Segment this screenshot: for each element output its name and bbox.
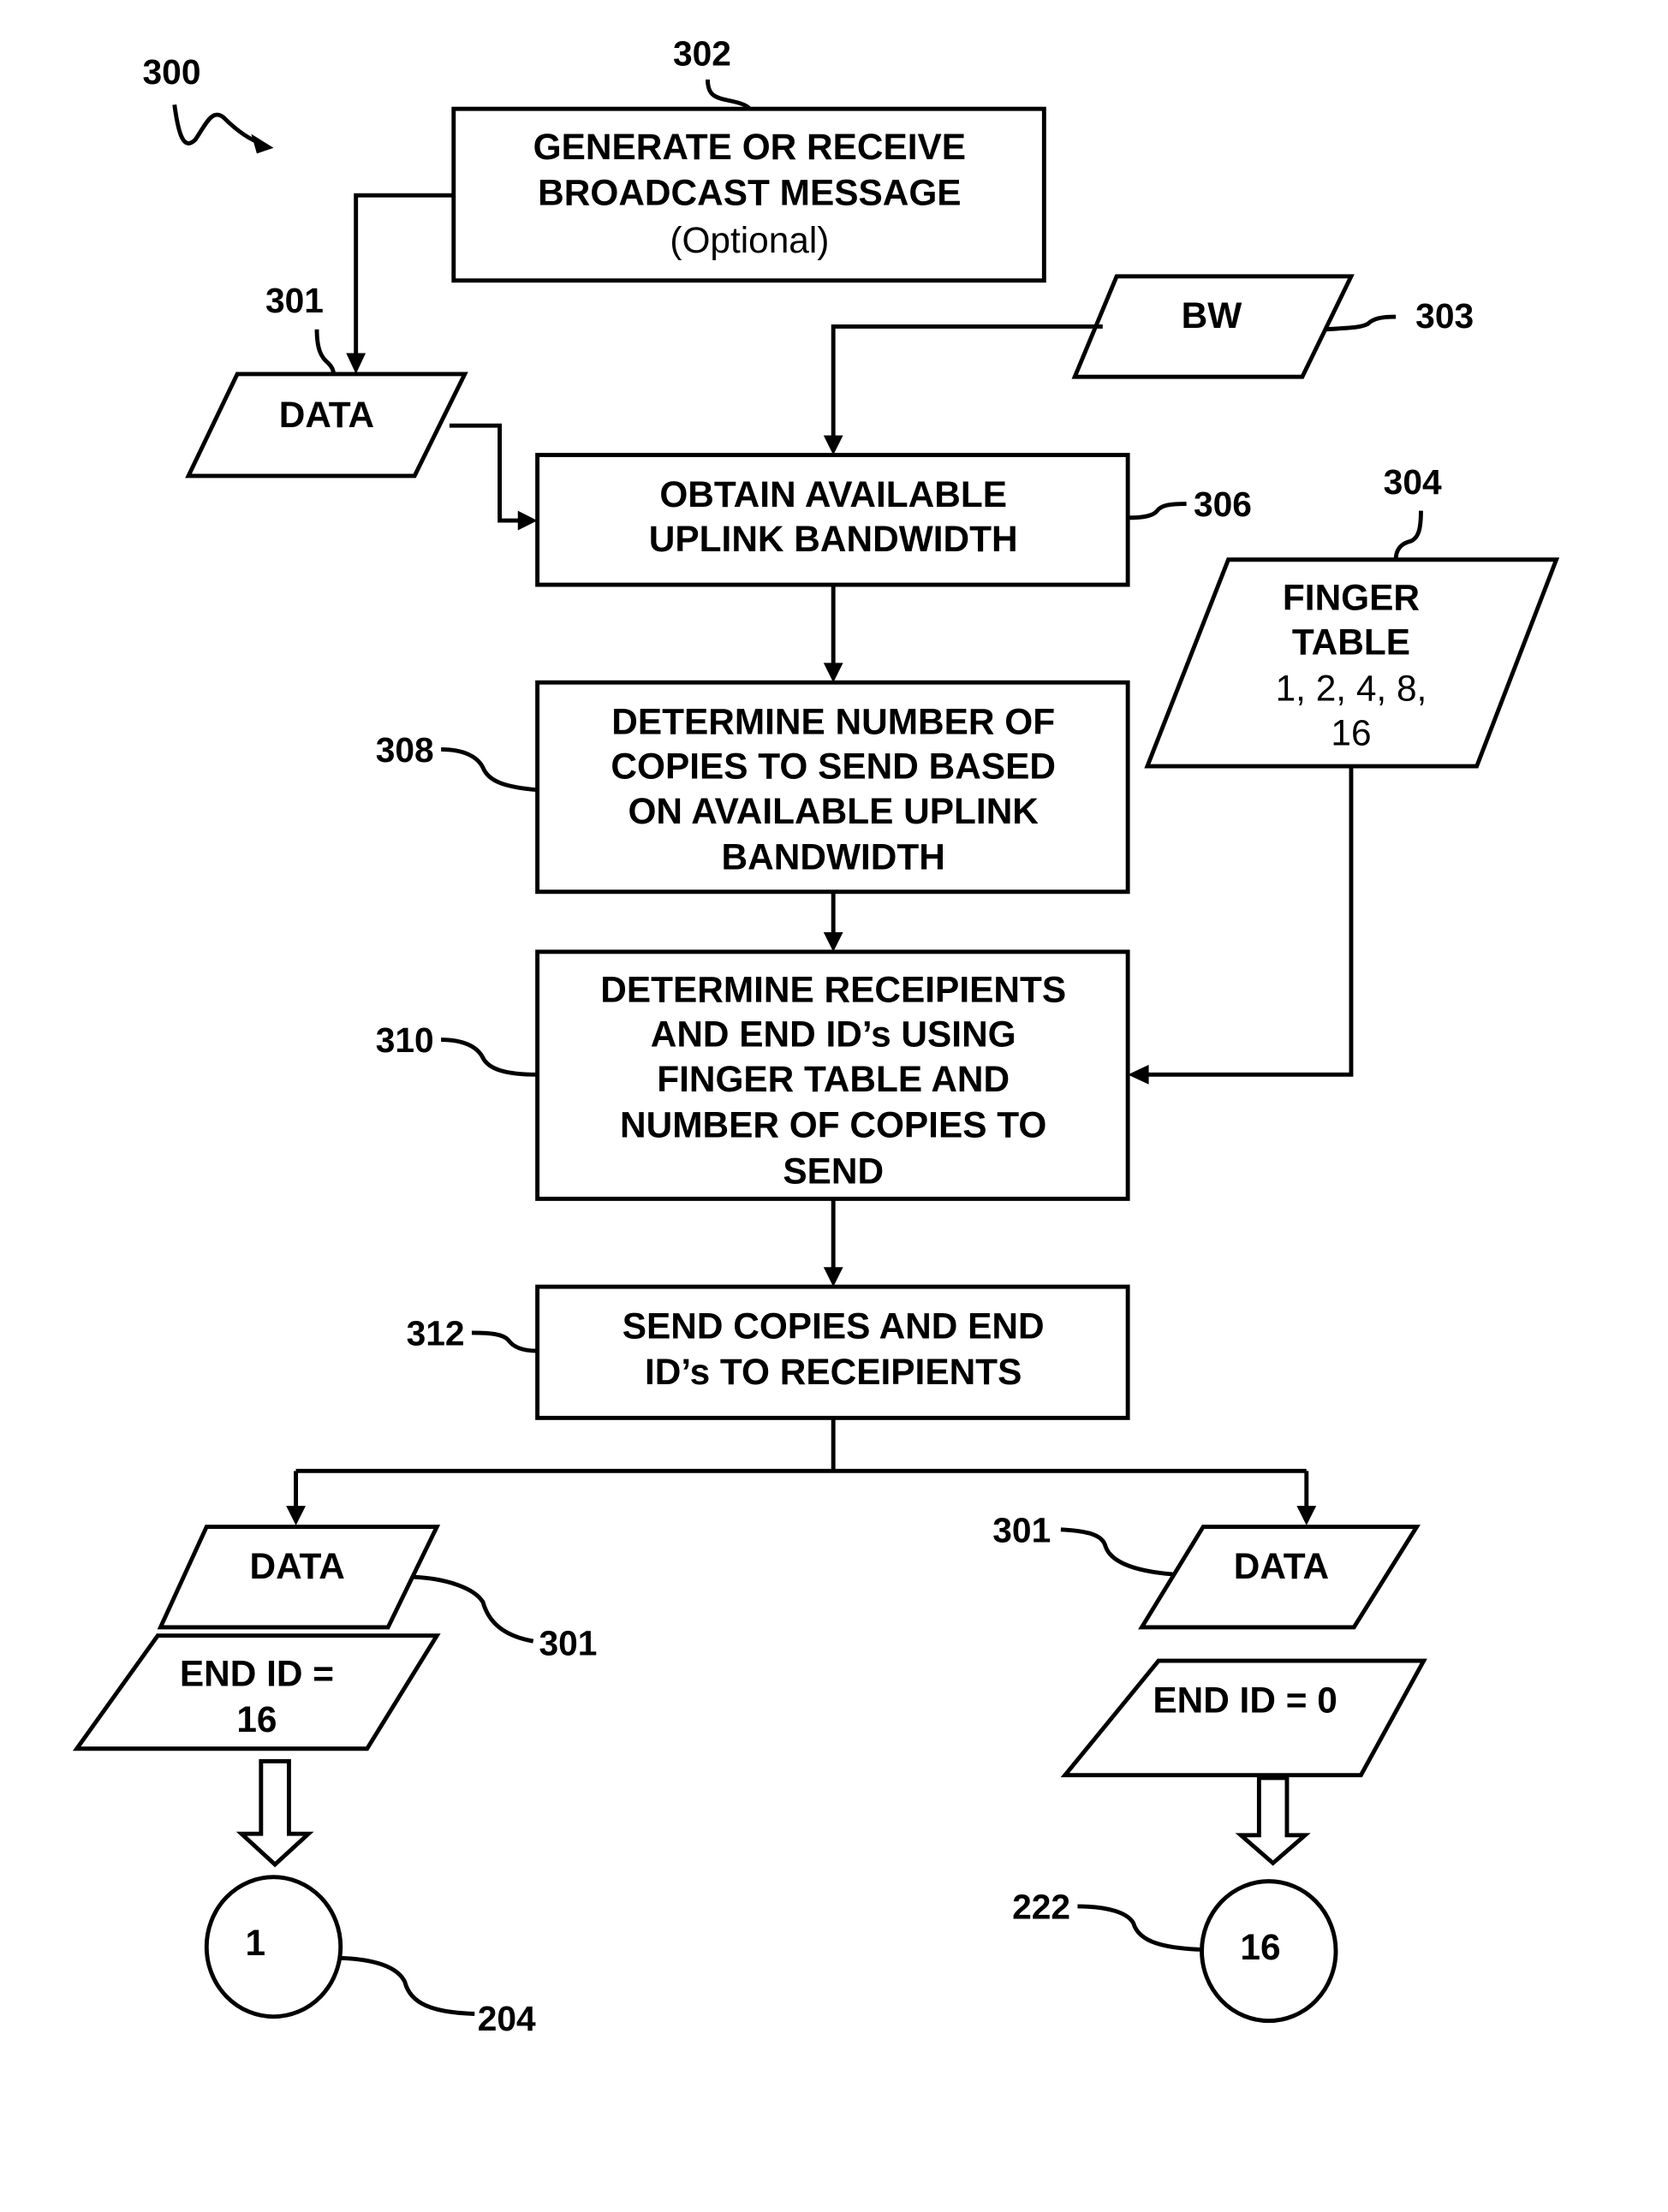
arrow-310-to-312 (823, 1198, 843, 1287)
ref-label-301-right: 301 (992, 1510, 1051, 1549)
leader-222 (1077, 1904, 1202, 1952)
ref-label-301-top: 301 (265, 281, 324, 320)
generate-line-2: BROADCAST MESSAGE (538, 173, 961, 213)
left-data-text: DATA (250, 1546, 345, 1586)
bw-text: BW (1182, 295, 1242, 336)
finger-table-line-2: TABLE (1292, 622, 1410, 663)
leader-310 (441, 1038, 538, 1077)
determine-copies-line-1: DETERMINE NUMBER OF (611, 702, 1055, 742)
ref-label-222: 222 (1012, 1888, 1070, 1927)
bw-input-parallelogram: BW (1071, 274, 1355, 379)
leader-304 (1393, 510, 1423, 560)
ref-label-303: 303 (1415, 296, 1474, 336)
leader-301-top (314, 329, 337, 375)
right-node-label: 16 (1240, 1927, 1280, 1967)
right-data-parallelogram: DATA (1138, 1525, 1421, 1630)
determine-copies-line-2: COPIES TO SEND BASED (611, 746, 1056, 787)
finger-table-line-1: FINGER (1283, 577, 1420, 617)
ref-label-204: 204 (478, 1999, 536, 2038)
leader-301-right (1060, 1527, 1173, 1577)
ref-label-310: 310 (376, 1020, 434, 1060)
left-node-label: 1 (246, 1923, 266, 1963)
determine-copies-line-4: BANDWIDTH (722, 837, 945, 877)
send-copies-box: SEND COPIES AND END ID’s TO RECEIPIENTS (535, 1284, 1130, 1420)
determine-recipients-line-1: DETERMINE RECEIPIENTS (600, 970, 1066, 1010)
leader-306 (1128, 502, 1187, 520)
ref-label-302: 302 (673, 34, 731, 74)
generate-line-3: (Optional) (670, 220, 829, 260)
connector-finger-table-to-310 (1128, 766, 1354, 1085)
ref-label-301-left: 301 (539, 1624, 597, 1663)
figure-pointer-arrow (172, 104, 274, 154)
flowchart-300: 300 GENERATE OR RECEIVE BROADCAST MESSAG… (72, 34, 1560, 2038)
data-input-parallelogram: DATA (185, 372, 468, 479)
determine-recipients-line-5: SEND (783, 1151, 884, 1191)
left-hollow-down-arrow (235, 1758, 314, 1868)
ref-label-300: 300 (143, 52, 201, 92)
send-copies-line-1: SEND COPIES AND END (623, 1305, 1045, 1346)
ref-label-312: 312 (407, 1314, 465, 1353)
determine-recipients-line-4: NUMBER OF COPIES TO (620, 1105, 1046, 1145)
finger-table-parallelogram: FINGER TABLE 1, 2, 4, 8, 16 (1144, 557, 1560, 769)
determine-recipients-box: DETERMINE RECEIPIENTS AND END ID’s USING… (535, 949, 1130, 1201)
leader-303 (1325, 314, 1397, 332)
ref-label-308: 308 (376, 730, 434, 770)
send-copies-line-2: ID’s TO RECEIPIENTS (645, 1352, 1022, 1392)
connector-bw-to-306 (823, 324, 1103, 455)
right-end-id-text: END ID = 0 (1153, 1680, 1337, 1720)
leader-204 (340, 1955, 475, 2016)
left-end-id-parallelogram: END ID = 16 (72, 1633, 441, 1751)
right-node-circle: 16 (1200, 1879, 1338, 2024)
generate-broadcast-box: GENERATE OR RECEIVE BROADCAST MESSAGE (O… (451, 106, 1046, 283)
determine-copies-line-3: ON AVAILABLE UPLINK (628, 791, 1039, 831)
right-data-text: DATA (1234, 1546, 1329, 1586)
ref-label-306: 306 (1194, 485, 1252, 524)
ref-label-304: 304 (1384, 462, 1442, 502)
arrow-308-to-310 (823, 891, 843, 952)
generate-line-1: GENERATE OR RECEIVE (533, 127, 966, 167)
leader-302 (706, 79, 752, 110)
determine-recipients-line-3: FINGER TABLE AND (657, 1059, 1010, 1099)
leader-312 (471, 1330, 538, 1353)
finger-table-values-line-1: 1, 2, 4, 8, (1276, 668, 1427, 708)
determine-copies-box: DETERMINE NUMBER OF COPIES TO SEND BASED… (535, 680, 1130, 895)
left-end-id-line-2: 16 (236, 1699, 277, 1739)
right-end-id-parallelogram: END ID = 0 (1060, 1658, 1427, 1778)
right-hollow-down-arrow (1235, 1775, 1311, 1866)
obtain-line-1: OBTAIN AVAILABLE (659, 474, 1007, 514)
data-input-text: DATA (279, 395, 374, 435)
leader-301-left (413, 1574, 534, 1644)
finger-table-values-line-2: 16 (1331, 713, 1371, 753)
obtain-line-2: UPLINK BANDWIDTH (649, 519, 1018, 559)
left-data-parallelogram: DATA (157, 1525, 441, 1630)
leader-308 (441, 747, 538, 793)
connector-302-to-data (346, 193, 454, 374)
connector-312-split (286, 1418, 1317, 1525)
left-node-circle: 1 (204, 1875, 343, 2019)
left-end-id-line-1: END ID = (180, 1653, 334, 1693)
determine-recipients-line-2: AND END ID’s USING (651, 1014, 1016, 1055)
connector-data-to-306 (449, 423, 538, 531)
arrow-306-to-308 (823, 585, 843, 683)
obtain-bandwidth-box: OBTAIN AVAILABLE UPLINK BANDWIDTH (535, 453, 1130, 587)
